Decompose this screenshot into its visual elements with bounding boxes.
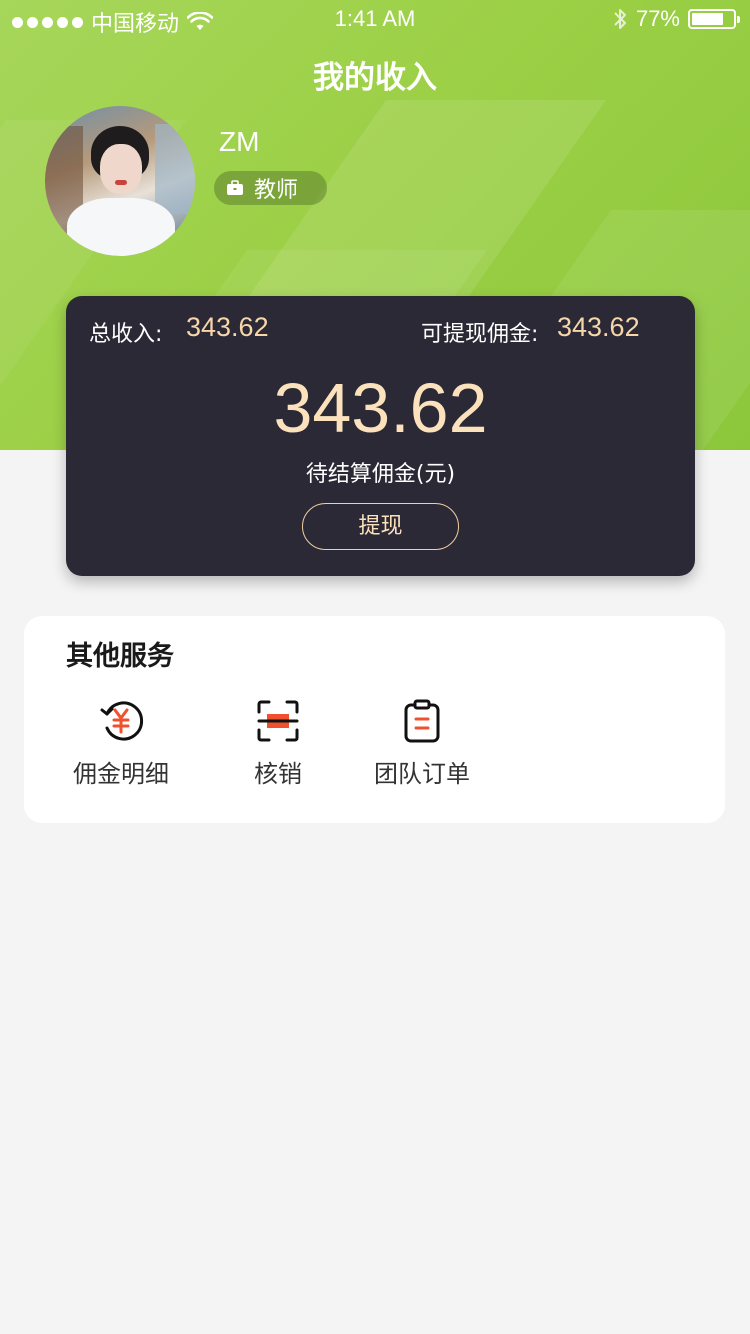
battery-percent: 77% [635,6,680,31]
status-bar: 中国移动 1:41 AM 77% [0,0,750,40]
briefcase-icon [227,180,243,195]
services-title: 其他服务 [66,641,174,672]
withdrawable-value: 343.62 [557,312,640,342]
service-label: 佣金明细 [73,760,169,788]
service-verify[interactable]: 核销 [208,698,348,789]
income-card: 总收入: 343.62 可提现佣金: 343.62 343.62 待结算佣金(元… [66,296,695,576]
role-label: 教师 [254,178,299,203]
total-income-label: 总收入: [89,322,163,347]
pending-commission-label: 待结算佣金(元) [305,462,456,487]
clipboard-order-icon [404,699,440,743]
page-title: 我的收入 [313,60,437,96]
service-label: 团队订单 [374,760,470,788]
commission-yen-icon [100,701,144,741]
withdraw-button[interactable]: 提现 [302,503,459,550]
avatar[interactable] [45,106,195,256]
other-services-card: 其他服务 佣金明细 核销 团队订单 [24,616,725,823]
total-income-value: 343.62 [186,312,269,342]
role-badge: 教师 [214,171,327,205]
scan-verify-icon [257,700,299,742]
bluetooth-icon [614,9,626,29]
service-label: 核销 [254,760,302,788]
user-name: ZM [219,126,260,157]
battery-icon [688,9,740,29]
withdrawable-label: 可提现佣金: [421,322,539,347]
service-commission-detail[interactable]: 佣金明细 [51,698,191,789]
pending-commission-value: 343.62 [273,369,488,447]
income-page: 中国移动 1:41 AM 77% 我的收入 ZM 教师 总收入: 343.62 … [0,0,750,1334]
service-team-orders[interactable]: 团队订单 [352,698,492,789]
